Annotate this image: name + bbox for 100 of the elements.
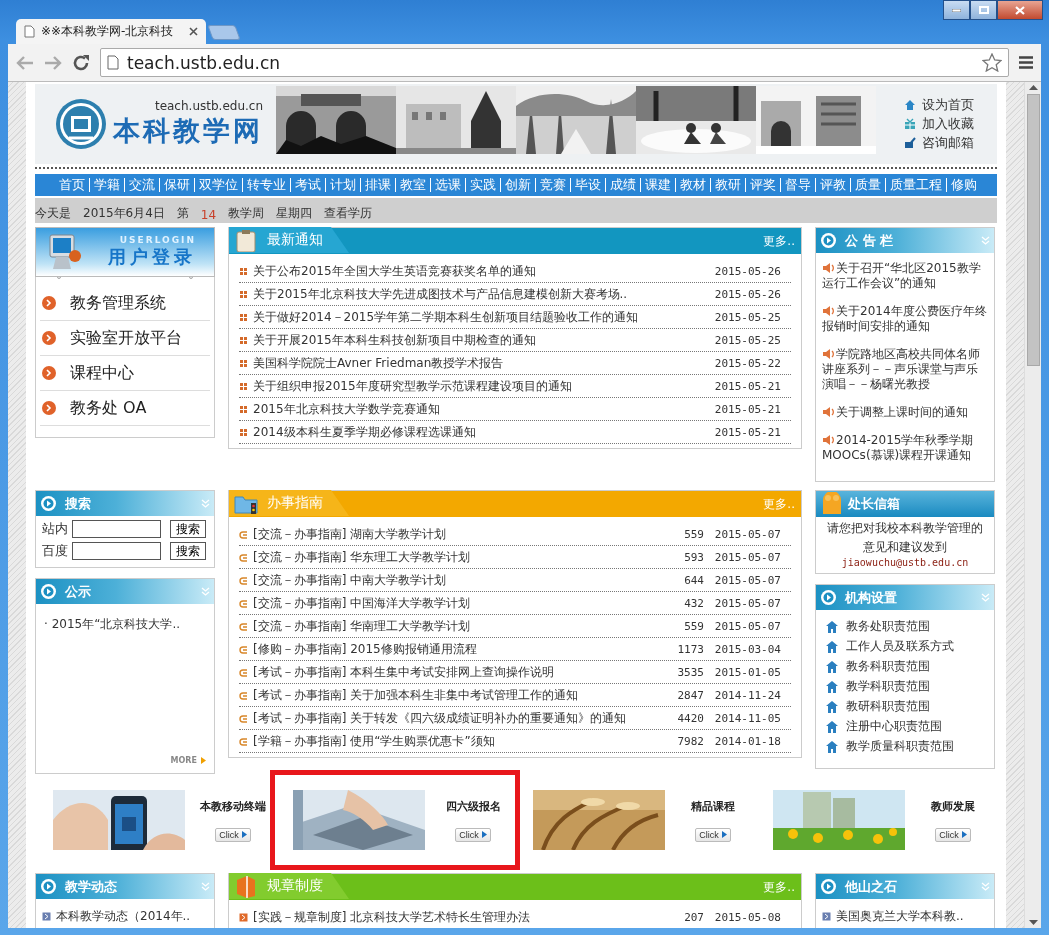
notice-link[interactable]: [考试－办事指南] 关于转发《四六级成绩证明补办的重要通知》的通知 (253, 709, 659, 727)
nav-link[interactable]: 评教 (815, 178, 850, 192)
bulletin-link[interactable]: 关于2014年度公费医疗年终报销时间安排的通知 (822, 304, 988, 334)
system-link[interactable]: 教务管理系统 (70, 292, 166, 314)
notice-link[interactable]: 关于公布2015年全国大学生英语竞赛获奖名单的通知 (253, 262, 704, 280)
close-button[interactable] (997, 0, 1043, 20)
maximize-button[interactable] (970, 0, 997, 20)
notice-link[interactable]: [修购－办事指南] 2015修购报销通用流程 (253, 640, 659, 658)
nav-link[interactable]: 学籍 (89, 178, 124, 192)
notice-link[interactable]: [实践－规章制度] 北京科技大学艺术特长生管理办法 (253, 908, 659, 926)
nav-link[interactable]: 考试 (290, 178, 325, 192)
department-link[interactable]: 教学科职责范围 (846, 677, 930, 695)
nav-link[interactable]: 保研 (159, 178, 194, 192)
scroll-up-icon[interactable] (1028, 84, 1038, 90)
system-link[interactable]: 教务处 OA (70, 397, 147, 419)
notice-link[interactable]: [考试－办事指南] 关于加强本科生非集中考试管理工作的通知 (253, 686, 659, 704)
promo-title[interactable]: 精品课程 (691, 798, 735, 814)
bulletin-link[interactable]: 关于调整上课时间的通知 (822, 405, 968, 420)
address-bar[interactable]: teach.ustb.edu.cn (100, 48, 1009, 77)
close-icon[interactable] (189, 27, 198, 36)
notice-link[interactable]: [交流－办事指南] 中南大学教学计划 (253, 571, 659, 589)
announcement-link[interactable]: · 2015年“北京科技大学.. (36, 604, 214, 645)
news-link[interactable]: 本科教学动态（2014年.. (56, 908, 191, 925)
menu-icon[interactable] (1019, 56, 1033, 69)
notice-link[interactable]: [交流－办事指南] 中国海洋大学教学计划 (253, 594, 659, 612)
system-link[interactable]: 实验室开放平台 (70, 327, 182, 349)
house-icon (826, 699, 838, 713)
nav-link[interactable]: 质量 (850, 178, 885, 192)
notice-link[interactable]: [考试－办事指南] 本科生集中考试安排网上查询操作说明 (253, 663, 659, 681)
bulletin-link[interactable]: 2014-2015学年秋季学期MOOCs(慕课)课程开课通知 (822, 433, 988, 463)
house-icon (826, 719, 838, 733)
nav-link[interactable]: 毕设 (570, 178, 605, 192)
header-link[interactable]: 设为首页 (922, 96, 974, 114)
nav-link[interactable]: 双学位 (194, 178, 242, 192)
notice-link[interactable]: [交流－办事指南] 湖南大学教学计划 (253, 525, 659, 543)
search-field[interactable] (72, 520, 161, 538)
header-link[interactable]: 咨询邮箱 (922, 134, 974, 152)
nav-link[interactable]: 首页 (55, 178, 89, 192)
search-field[interactable] (72, 542, 161, 560)
notice-link[interactable]: [交流－办事指南] 华南理工大学教学计划 (253, 617, 659, 635)
notice-link[interactable]: 关于做好2014－2015学年第二学期本科生创新项目结题验收工作的通知 (253, 308, 704, 326)
system-link[interactable]: 课程中心 (70, 362, 134, 384)
scroll-down-icon[interactable] (1028, 920, 1038, 926)
more-link[interactable]: MORE (170, 756, 197, 765)
nav-link[interactable]: 教室 (395, 178, 430, 192)
bulletin-link[interactable]: 学院路地区高校共同体名师讲座系列－－声乐课堂与声乐演唱－－杨曙光教授 (822, 347, 988, 392)
email-link[interactable]: jiaowuchu@ustb.edu.cn (816, 557, 994, 568)
click-button[interactable]: Click (455, 827, 491, 842)
bulletin-link[interactable]: 关于召开“华北区2015教学运行工作会议”的通知 (822, 261, 988, 291)
notice-link[interactable]: 2015年北京科技大学数学竞赛通知 (253, 400, 704, 418)
department-link[interactable]: 工作人员及联系方式 (846, 637, 954, 655)
notice-link[interactable]: [学籍－办事指南] 使用“学生购票优惠卡”须知 (253, 732, 659, 750)
browser-tab[interactable]: ※※本科教学网-北京科技 (16, 19, 206, 44)
department-link[interactable]: 教学质量科职责范围 (846, 737, 954, 755)
department-link[interactable]: 注册中心职责范围 (846, 717, 942, 735)
close-icon (1015, 5, 1025, 15)
notice-link[interactable]: [交流－办事指南] 华东理工大学教学计划 (253, 548, 659, 566)
nav-link[interactable]: 教材 (675, 178, 710, 192)
date-label: 今天是 (35, 205, 71, 222)
minimize-button[interactable] (943, 0, 970, 20)
nav-link[interactable]: 排课 (360, 178, 395, 192)
nav-link[interactable]: 计划 (325, 178, 360, 192)
nav-link[interactable]: 修购 (946, 178, 981, 192)
nav-link[interactable]: 竞赛 (535, 178, 570, 192)
nav-link[interactable]: 实践 (465, 178, 500, 192)
date-link[interactable]: 查看学历 (324, 205, 373, 222)
nav-link[interactable]: 教研 (710, 178, 745, 192)
nav-link[interactable]: 选课 (430, 178, 465, 192)
department-link[interactable]: 教务科职责范围 (846, 657, 930, 675)
click-button[interactable]: Click (215, 827, 251, 842)
notice-link[interactable]: 关于2015年北京科技大学先进成图技术与产品信息建模创新大赛考场.. (253, 285, 704, 303)
promo-title[interactable]: 教师发展 (931, 798, 975, 814)
nav-link[interactable]: 质量工程 (885, 178, 946, 192)
promo-title[interactable]: 四六级报名 (445, 798, 501, 814)
star-icon[interactable] (982, 53, 1002, 72)
nav-link[interactable]: 评奖 (745, 178, 780, 192)
click-button[interactable]: Click (695, 827, 731, 842)
notice-link[interactable]: 关于组织申报2015年度研究型教学示范课程建设项目的通知 (253, 377, 704, 395)
search-button[interactable]: 搜索 (170, 542, 206, 560)
nav-link[interactable]: 课建 (640, 178, 675, 192)
nav-link[interactable]: 转专业 (242, 178, 290, 192)
reload-icon[interactable] (72, 53, 90, 72)
notice-link[interactable]: 关于开展2015年本科生科技创新项目中期检查的通知 (253, 331, 704, 349)
nav-link[interactable]: 交流 (124, 178, 159, 192)
notice-link[interactable]: 2014级本科生夏季学期必修课程选课通知 (253, 423, 704, 441)
news-link[interactable]: 美国奥克兰大学本科教.. (836, 908, 964, 925)
header-link[interactable]: 加入收藏 (922, 115, 974, 133)
nav-link[interactable]: 创新 (500, 178, 535, 192)
speaker-icon (822, 348, 836, 359)
department-link[interactable]: 教务处职责范围 (846, 617, 930, 635)
click-button[interactable]: Click (935, 827, 971, 842)
nav-link[interactable]: 督导 (780, 178, 815, 192)
search-button[interactable]: 搜索 (170, 520, 206, 538)
promo-title[interactable]: 本教移动终端 (200, 798, 266, 814)
scroll-thumb[interactable] (1026, 94, 1040, 366)
scrollbar[interactable] (1024, 82, 1041, 928)
department-link[interactable]: 教研科职责范围 (846, 697, 930, 715)
nav-link[interactable]: 成绩 (605, 178, 640, 192)
notice-link[interactable]: 美国科学院院士Avner Friedman教授学术报告 (253, 354, 704, 372)
caret-icon (241, 831, 247, 838)
